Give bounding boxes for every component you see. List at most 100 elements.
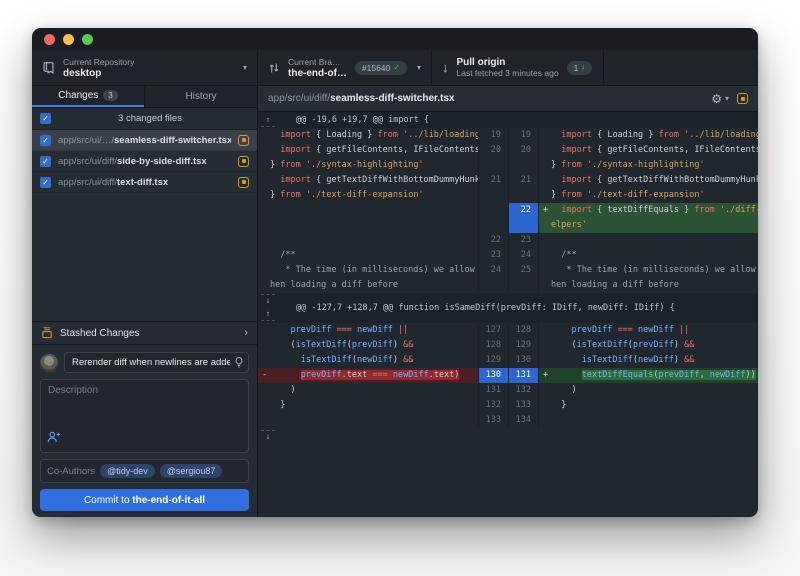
changes-sidebar: Changes 3 History ✓ 3 changed files ✓ ap… <box>32 86 258 517</box>
line-number-new[interactable]: 132 <box>508 383 538 398</box>
hunk-header: @@ -19,6 +19,7 @@ import { <box>258 112 758 128</box>
code-line-new: import { getFileContents, IFileContents}… <box>538 143 758 173</box>
code-line-old: isTextDiff(newDiff) && <box>258 353 478 368</box>
tab-changes[interactable]: Changes 3 <box>32 86 144 107</box>
line-number-old[interactable]: 23 <box>478 248 508 263</box>
line-number-old[interactable] <box>478 203 508 233</box>
line-number-new[interactable]: 133 <box>508 398 538 413</box>
diff-file-header: app/src/ui/diff/seamless-diff-switcher.t… <box>258 86 758 112</box>
diff-row: }132133 } <box>258 398 758 413</box>
code-line-new: import { getTextDiffWithBottomDummyHunk}… <box>538 173 758 203</box>
line-number-new[interactable]: 19 <box>508 128 538 143</box>
diff-row: import { getFileContents, IFileContents}… <box>258 143 758 173</box>
coauthors-label: Co-Authors <box>47 466 95 477</box>
toolbar: Current Repository desktop ▾ Current Bra… <box>32 50 758 86</box>
diff-row: import { Loading } from '../lib/loading'… <box>258 128 758 143</box>
line-number-old[interactable]: 19 <box>478 128 508 143</box>
branch-label: Current Bra… <box>288 57 347 68</box>
line-number-old[interactable]: 128 <box>478 338 508 353</box>
select-all-checkbox[interactable]: ✓ <box>40 113 51 124</box>
hunk-header: @@ -127,7 +128,7 @@ function isSameDiff(… <box>258 293 758 323</box>
line-number-new[interactable]: 134 <box>508 413 538 428</box>
line-number-old[interactable]: 129 <box>478 353 508 368</box>
line-number-old[interactable]: 22 <box>478 233 508 248</box>
sidebar-spacer <box>32 193 257 321</box>
expand-up-icon[interactable]: ↑ <box>261 114 275 127</box>
file-row-seamless-diff-switcher[interactable]: ✓ app/src/ui/…/seamless-diff-switcher.ts… <box>32 130 257 151</box>
line-number-new[interactable]: 20 <box>508 143 538 173</box>
commit-description-box <box>40 379 249 453</box>
expand-down-icon[interactable]: ↓ <box>261 294 275 307</box>
zoom-window-button[interactable] <box>82 34 93 45</box>
code-line-new: isTextDiff(newDiff) && <box>538 353 758 368</box>
line-number-old[interactable]: 131 <box>478 383 508 398</box>
code-line-new <box>538 413 758 428</box>
code-line-old: } <box>258 398 478 413</box>
changed-files-header: ✓ 3 changed files <box>32 108 257 130</box>
line-number-new[interactable]: 24 <box>508 248 538 263</box>
diff-view: @@ -19,6 +19,7 @@ import { import { Load… <box>258 112 758 517</box>
code-line-old: * The time (in milliseconds) we allow wh… <box>258 263 478 293</box>
line-number-new[interactable]: 130 <box>508 353 538 368</box>
stashed-changes-row[interactable]: Stashed Changes › <box>32 321 257 345</box>
line-number-new[interactable]: 131 <box>508 368 538 383</box>
minimize-window-button[interactable] <box>63 34 74 45</box>
line-number-old[interactable]: 133 <box>478 413 508 428</box>
commit-button[interactable]: Commit to the-end-of-it-all <box>40 489 249 511</box>
line-number-new[interactable]: 23 <box>508 233 538 248</box>
pull-origin-button[interactable]: ↓ Pull origin Last fetched 3 minutes ago… <box>432 50 604 85</box>
commit-description-input[interactable] <box>41 380 248 434</box>
file-checkbox[interactable]: ✓ <box>40 177 51 188</box>
expand-up-icon[interactable]: ↑ <box>261 308 275 321</box>
line-number-old[interactable]: 132 <box>478 398 508 413</box>
file-row-text-diff[interactable]: ✓ app/src/ui/diff/text-diff.tsx <box>32 172 257 193</box>
coauthor-pill[interactable]: @tidy-dev <box>100 464 155 478</box>
diff-options-button[interactable]: ⚙ ▾ <box>711 92 729 106</box>
line-number-new[interactable]: 22 <box>508 203 538 233</box>
code-line-new: + import { textDiffEquals } from './diff… <box>538 203 758 233</box>
branch-switcher[interactable]: Current Bra… the-end-of… #15640 ✓ ▾ <box>258 50 432 85</box>
coauthor-pill[interactable]: @sergiou87 <box>160 464 223 478</box>
file-checkbox[interactable]: ✓ <box>40 135 51 146</box>
diff-panel: app/src/ui/diff/seamless-diff-switcher.t… <box>258 86 758 517</box>
code-line-old <box>258 203 478 233</box>
app-window: Current Repository desktop ▾ Current Bra… <box>32 28 758 517</box>
arrow-down-icon: ↓ <box>581 64 585 71</box>
diff-row: * The time (in milliseconds) we allow wh… <box>258 263 758 293</box>
code-line-new: } <box>538 398 758 413</box>
diff-row: /**2324 /** <box>258 248 758 263</box>
code-line-old: import { getFileContents, IFileContents}… <box>258 143 478 173</box>
coauthors-field[interactable]: Co-Authors @tidy-dev @sergiou87 <box>40 459 249 483</box>
tab-history[interactable]: History <box>144 86 257 107</box>
code-line-old: prevDiff === newDiff || <box>258 323 478 338</box>
branch-name: the-end-of… <box>288 68 347 79</box>
code-line-old <box>258 413 478 428</box>
code-line-old: /** <box>258 248 478 263</box>
line-number-old[interactable]: 21 <box>478 173 508 203</box>
code-line-new <box>538 233 758 248</box>
code-line-new: import { Loading } from '../lib/loading' <box>538 128 758 143</box>
file-checkbox[interactable]: ✓ <box>40 156 51 167</box>
line-number-new[interactable]: 129 <box>508 338 538 353</box>
line-number-old[interactable]: 127 <box>478 323 508 338</box>
diff-row: import { getTextDiffWithBottomDummyHunk}… <box>258 173 758 203</box>
line-number-old[interactable]: 24 <box>478 263 508 293</box>
commit-summary-input[interactable] <box>64 352 249 373</box>
stash-icon <box>41 327 53 339</box>
line-number-new[interactable]: 25 <box>508 263 538 293</box>
line-number-new[interactable]: 128 <box>508 323 538 338</box>
file-row-side-by-side-diff[interactable]: ✓ app/src/ui/diff/side-by-side-diff.tsx <box>32 151 257 172</box>
close-window-button[interactable] <box>44 34 55 45</box>
repository-switcher[interactable]: Current Repository desktop ▾ <box>32 50 258 85</box>
lightbulb-icon[interactable] <box>233 356 245 374</box>
line-number-new[interactable]: 21 <box>508 173 538 203</box>
line-number-old[interactable]: 130 <box>478 368 508 383</box>
add-coauthor-icon[interactable] <box>47 430 61 448</box>
line-number-old[interactable]: 20 <box>478 143 508 173</box>
diff-row: isTextDiff(newDiff) &&129130 isTextDiff(… <box>258 353 758 368</box>
chevron-right-icon: › <box>244 327 248 339</box>
avatar <box>40 354 58 372</box>
code-line-new: /** <box>538 248 758 263</box>
repo-icon <box>42 61 55 75</box>
expand-down-icon[interactable]: ↓ <box>261 430 275 443</box>
